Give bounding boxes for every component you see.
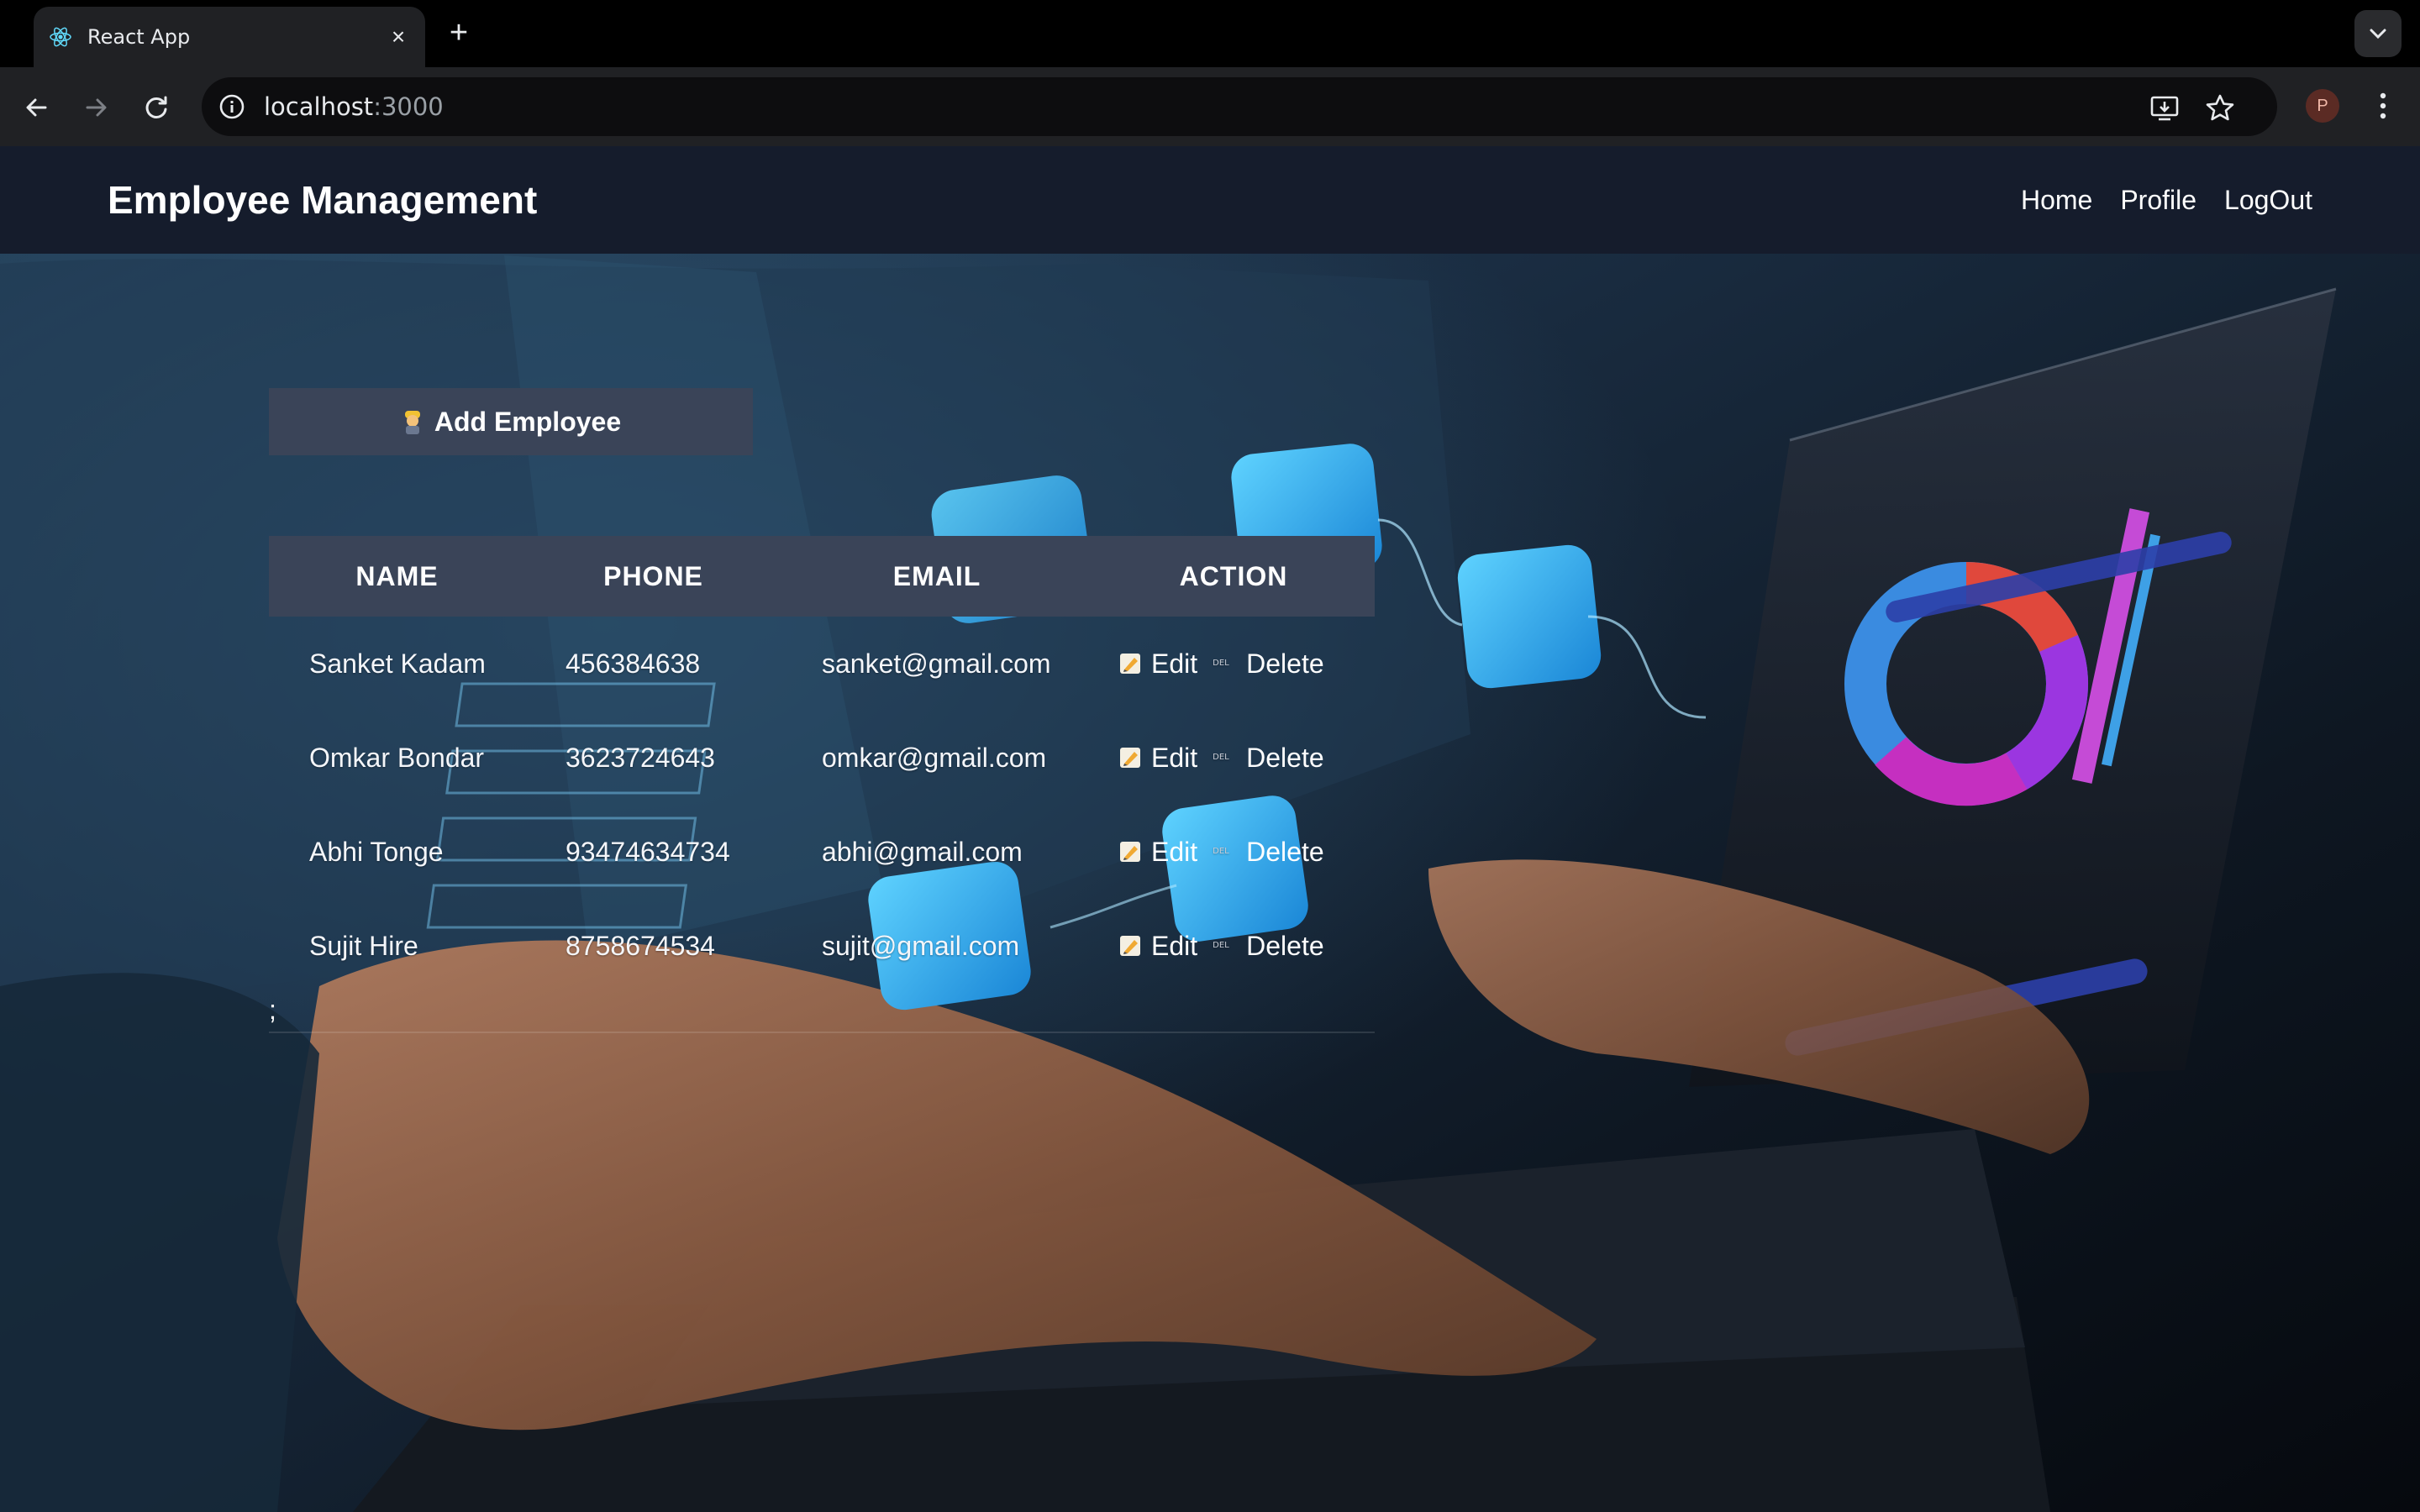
edit-label: Edit [1151, 742, 1198, 773]
delete-button[interactable]: Delete [1246, 743, 1324, 774]
nav-link-home[interactable]: Home [2021, 146, 2092, 254]
back-icon[interactable] [18, 89, 55, 126]
forward-icon[interactable] [77, 89, 114, 126]
browser-tab[interactable]: React App × [34, 7, 425, 67]
column-header-name: NAME [355, 561, 439, 591]
url-port: :3000 [373, 92, 444, 121]
kebab-menu-icon[interactable] [2368, 87, 2398, 124]
delete-icon: DEL [1213, 941, 1229, 950]
table-row: Sujit Hire 8758674534 sujit@gmail.com Ed… [269, 899, 1375, 993]
cell-phone: 456384638 [566, 648, 701, 679]
close-icon[interactable]: × [387, 25, 410, 49]
cell-phone: 8758674534 [566, 931, 715, 961]
install-icon[interactable] [2148, 92, 2181, 125]
nav-links: Home Profile LogOut [2021, 146, 2312, 254]
cell-action: Edit DEL Delete [1092, 711, 1375, 805]
pencil-icon [1120, 842, 1140, 862]
url-text[interactable]: localhost:3000 [264, 77, 444, 136]
nav-link-profile[interactable]: Profile [2120, 146, 2196, 254]
tab-search-button[interactable] [2354, 10, 2402, 57]
table-header: NAME PHONE EMAIL ACTION [269, 536, 1375, 617]
top-navbar: Employee Management Home Profile LogOut [0, 146, 2420, 254]
edit-button[interactable]: Edit [1118, 931, 1197, 962]
info-icon[interactable] [217, 92, 247, 122]
add-employee-button[interactable]: Add Employee [269, 388, 753, 455]
edit-label: Edit [1151, 930, 1198, 961]
column-header-email: EMAIL [892, 561, 981, 591]
browser-tab-strip: React App × + [0, 0, 2420, 67]
reload-icon[interactable] [138, 89, 175, 126]
brand-title[interactable]: Employee Management [108, 146, 537, 254]
stray-semicolon: ; [269, 995, 276, 1025]
worker-emoji-icon [404, 411, 420, 434]
cell-action: Edit DEL Delete [1092, 617, 1375, 711]
cell-email: sanket@gmail.com [822, 648, 1051, 679]
plus-icon[interactable]: + [442, 17, 476, 50]
tab-title: React App [87, 25, 191, 49]
nav-link-logout[interactable]: LogOut [2224, 146, 2312, 254]
react-icon [50, 27, 71, 47]
delete-icon: DEL [1213, 753, 1229, 762]
pencil-icon [1120, 748, 1140, 768]
delete-icon: DEL [1213, 847, 1229, 856]
avatar[interactable]: P [2306, 89, 2339, 123]
edit-label: Edit [1151, 836, 1198, 867]
browser-toolbar: localhost:3000 P [0, 67, 2420, 146]
pencil-icon [1120, 654, 1140, 674]
pencil-icon [1120, 936, 1140, 956]
delete-button[interactable]: Delete [1246, 931, 1324, 962]
table-row: Abhi Tonge 93474634734 abhi@gmail.com Ed… [269, 805, 1375, 899]
delete-button[interactable]: Delete [1246, 837, 1324, 868]
cell-name: Sanket Kadam [309, 648, 486, 679]
add-employee-label: Add Employee [434, 406, 622, 437]
cell-phone: 93474634734 [566, 837, 730, 867]
delete-icon: DEL [1213, 659, 1229, 668]
column-header-phone: PHONE [603, 561, 703, 591]
employee-table: NAME PHONE EMAIL ACTION Sanket Kadam 456… [269, 536, 1375, 993]
edit-button[interactable]: Edit [1118, 743, 1197, 774]
address-bar[interactable]: localhost:3000 [202, 77, 2277, 136]
cell-name: Abhi Tonge [309, 837, 444, 867]
cell-email: abhi@gmail.com [822, 837, 1023, 867]
cell-action: Edit DEL Delete [1092, 805, 1375, 899]
column-header-action: ACTION [1179, 561, 1288, 591]
url-host: localhost [264, 92, 374, 121]
edit-label: Edit [1151, 648, 1198, 679]
chevron-down-icon [2370, 29, 2386, 39]
page-viewport: Employee Management Home Profile LogOut … [0, 146, 2420, 1512]
cell-action: Edit DEL Delete [1092, 899, 1375, 993]
cell-name: Sujit Hire [309, 931, 418, 961]
cell-email: sujit@gmail.com [822, 931, 1020, 961]
cell-phone: 3623724643 [566, 743, 715, 773]
cell-name: Omkar Bondar [309, 743, 485, 773]
table-row: Sanket Kadam 456384638 sanket@gmail.com … [269, 617, 1375, 711]
delete-button[interactable]: Delete [1246, 648, 1324, 680]
cell-email: omkar@gmail.com [822, 743, 1047, 773]
edit-button[interactable]: Edit [1118, 648, 1197, 680]
edit-button[interactable]: Edit [1118, 837, 1197, 868]
star-icon[interactable] [2203, 92, 2237, 125]
divider [269, 1032, 1375, 1033]
table-row: Omkar Bondar 3623724643 omkar@gmail.com … [269, 711, 1375, 805]
